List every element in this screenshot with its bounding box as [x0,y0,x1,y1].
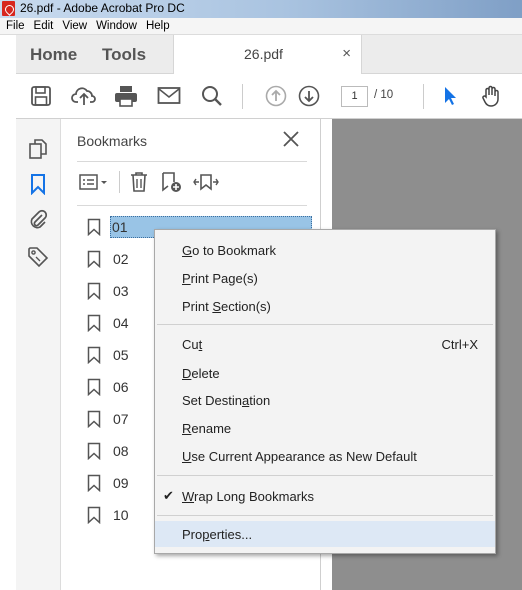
menu-item-set-destination[interactable]: Set Destination [155,387,495,413]
tab-home[interactable]: Home [30,45,77,65]
bookmark-label: 03 [113,283,129,299]
menu-view[interactable]: View [62,20,87,32]
page-number-input[interactable]: 1 [341,86,368,107]
menu-separator [157,515,493,516]
bookmark-icon[interactable] [26,172,50,196]
acrobat-app-icon [2,1,15,16]
panel-divider [77,205,307,206]
tag-icon[interactable] [26,245,50,269]
bookmark-label: 09 [113,475,129,491]
menu-bar: File Edit View Window Help [0,18,522,35]
menu-item-wrap-long-bookmarks[interactable]: ✔ Wrap Long Bookmarks [155,483,495,509]
bookmark-label: 06 [113,379,129,395]
context-menu: Go to Bookmark Print Page(s) Print Secti… [154,229,496,554]
save-icon[interactable] [28,83,54,109]
upload-icon[interactable] [71,83,97,109]
bookmark-icon [87,250,101,268]
attachment-icon[interactable] [26,207,50,231]
panel-divider [77,161,307,162]
bookmark-label: 07 [113,411,129,427]
pages-icon[interactable] [26,137,50,161]
menu-item-rename[interactable]: Rename [155,415,495,441]
menu-separator [157,324,493,325]
bookmark-icon [87,378,101,396]
menu-item-go-to-bookmark[interactable]: Go to Bookmark [155,237,495,263]
bookmark-label: 10 [113,507,129,523]
menu-item-cut[interactable]: Cut Ctrl+X [155,331,495,357]
bookmark-icon [87,282,101,300]
expand-bookmark-icon[interactable] [193,169,219,195]
prev-page-icon[interactable] [263,83,289,109]
print-icon[interactable] [113,83,139,109]
toolbar-separator [423,84,424,109]
select-pointer-icon[interactable] [437,83,463,109]
close-tab-icon[interactable]: × [342,45,351,62]
next-page-icon[interactable] [296,83,322,109]
document-tab-label: 26.pdf [244,46,283,62]
new-bookmark-icon[interactable] [161,169,185,195]
menu-item-print-sections[interactable]: Print Section(s) [155,293,495,319]
delete-icon[interactable] [129,169,149,195]
shortcut-label: Ctrl+X [441,337,478,352]
menu-file[interactable]: File [6,20,25,32]
page-total: / 10 [374,89,394,101]
search-icon[interactable] [199,83,225,109]
email-icon[interactable] [156,83,182,109]
bookmark-label: 08 [113,443,129,459]
bookmark-icon [87,218,101,236]
tab-document[interactable]: 26.pdf × [173,35,362,74]
window-title: 26.pdf - Adobe Acrobat Pro DC [20,1,185,15]
menu-item-delete[interactable]: Delete [155,360,495,386]
toolbar-separator [242,84,243,109]
checkmark-icon: ✔ [163,488,174,503]
menu-help[interactable]: Help [146,20,170,32]
bookmark-icon [87,314,101,332]
bookmark-icon [87,442,101,460]
bookmark-icon [87,506,101,524]
hand-tool-icon[interactable] [478,83,504,109]
panel-title: Bookmarks [77,133,148,149]
menu-separator [157,475,493,476]
main-toolbar: 1 / 10 [16,74,522,119]
menu-item-print-pages[interactable]: Print Page(s) [155,265,495,291]
panel-tool-separator [119,171,120,193]
bookmark-label: 04 [113,315,129,331]
bookmark-icon [87,346,101,364]
navigation-rail [16,119,61,590]
menu-window[interactable]: Window [96,20,137,32]
menu-edit[interactable]: Edit [34,20,54,32]
menu-item-use-current-appearance[interactable]: Use Current Appearance as New Default [155,443,495,469]
bookmark-label: 05 [113,347,129,363]
bookmark-label: 02 [113,251,129,267]
options-menu-icon[interactable] [79,169,109,195]
tabs-row: Home Tools 26.pdf × [16,35,522,74]
close-icon[interactable] [281,129,301,149]
bookmark-icon [87,474,101,492]
bookmark-icon [87,410,101,428]
tab-tools[interactable]: Tools [102,45,146,65]
menu-item-properties[interactable]: Properties... [155,521,495,547]
title-bar: 26.pdf - Adobe Acrobat Pro DC [0,0,522,18]
